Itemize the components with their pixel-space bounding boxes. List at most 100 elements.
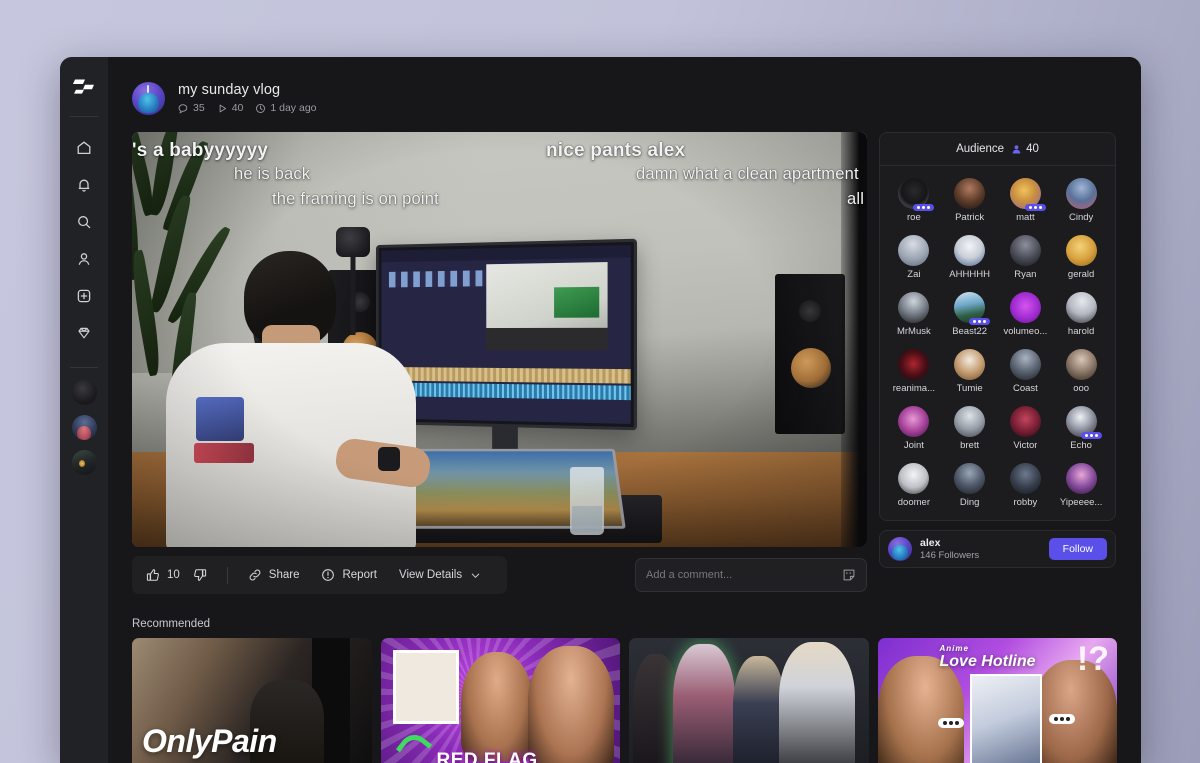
avatar[interactable] (1009, 178, 1046, 211)
audience-member[interactable]: brett (942, 402, 998, 453)
sidebar-item-create[interactable] (67, 279, 101, 313)
view-details-button[interactable]: View Details (388, 556, 493, 594)
avatar-image (954, 349, 986, 380)
audience-member-name: Beast22 (952, 326, 988, 337)
audience-member[interactable]: doomer (886, 459, 942, 510)
audience-member[interactable]: MrMusk (886, 288, 942, 339)
comments-count: 35 (178, 102, 205, 114)
dislike-button[interactable] (191, 556, 218, 594)
rec-card-fashion[interactable] (629, 638, 869, 763)
audience-member[interactable]: reanima... (886, 345, 942, 396)
rail-avatar-girl[interactable] (71, 415, 97, 440)
sidebar-item-notifications[interactable] (67, 168, 101, 202)
like-button[interactable]: 10 (146, 556, 191, 594)
post-meta: 35 40 1 day ago (178, 102, 317, 114)
avatar[interactable] (1009, 235, 1041, 266)
recommended-title: Recommended (132, 618, 210, 630)
rec2-face-right (528, 646, 614, 763)
avatar[interactable] (1065, 292, 1097, 323)
audience-member[interactable]: Ryan (998, 231, 1054, 282)
avatar[interactable] (1009, 349, 1041, 380)
rail-avatar-night[interactable] (71, 450, 97, 475)
audience-member[interactable]: Yipeeee... (1053, 459, 1109, 510)
audience-member-name: gerald (1067, 269, 1095, 280)
sidebar-item-home[interactable] (67, 131, 101, 165)
avatar-image (898, 349, 930, 380)
avatar-image (1009, 235, 1041, 266)
audience-member[interactable]: Tumie (942, 345, 998, 396)
comment-input[interactable] (646, 569, 842, 581)
avatar-image (898, 292, 930, 323)
video-player[interactable]: 's a babyyyyyy nice pants alex he is back d… (132, 132, 867, 547)
audience-member[interactable]: Joint (886, 402, 942, 453)
main-content: my sunday vlog 35 40 1 day ago 's a baby… (108, 57, 1141, 763)
sidebar-item-profile[interactable] (67, 242, 101, 276)
rec2-board (392, 650, 459, 724)
creator-followers: 146 Followers (920, 550, 980, 561)
avatar[interactable] (898, 406, 930, 437)
avatar[interactable] (954, 406, 986, 437)
avatar[interactable] (1009, 463, 1041, 494)
audience-member[interactable]: gerald (1053, 231, 1109, 282)
audience-grid: roe Patrick matt Cindy Zai AHHHHH Ryan gerald Mr… (880, 166, 1115, 520)
audience-member-name: Ding (959, 497, 980, 508)
avatar[interactable] (954, 292, 991, 325)
follow-button[interactable]: Follow (1048, 538, 1107, 560)
avatar[interactable] (898, 463, 930, 494)
stacked-bars-logo-icon[interactable] (73, 75, 95, 97)
audience-member[interactable]: AHHHHH (942, 231, 998, 282)
audience-member[interactable]: Beast22 (942, 288, 998, 339)
report-button[interactable]: Report (310, 556, 388, 594)
avatar[interactable] (898, 235, 930, 266)
avatar-image (1065, 349, 1097, 380)
avatar[interactable] (898, 292, 930, 323)
action-divider (226, 566, 228, 584)
audience-member[interactable]: Patrick (942, 174, 998, 225)
avatar[interactable] (954, 178, 986, 209)
avatar[interactable] (1065, 349, 1097, 380)
audience-member[interactable]: harold (1053, 288, 1109, 339)
audience-member-name: MrMusk (896, 326, 931, 337)
avatar[interactable] (1009, 406, 1041, 437)
rail-avatar-dark[interactable] (71, 380, 97, 405)
sidebar-item-search[interactable] (67, 205, 101, 239)
sticker-icon[interactable] (842, 568, 856, 582)
avatar[interactable] (1065, 178, 1097, 209)
rec-card-love-hotline[interactable]: Anime Love Hotline !? (877, 638, 1117, 763)
share-label: Share (268, 569, 300, 581)
avatar[interactable] (1065, 406, 1102, 439)
audience-member[interactable]: Ding (942, 459, 998, 510)
creator-avatar[interactable] (888, 537, 912, 561)
rec3-person-2 (673, 644, 735, 763)
avatar[interactable] (898, 178, 935, 211)
share-button[interactable]: Share (237, 556, 311, 594)
avatar[interactable] (1065, 463, 1097, 494)
audience-member[interactable]: Victor (998, 402, 1054, 453)
audience-member[interactable]: ooo (1053, 345, 1109, 396)
audience-member[interactable]: matt (998, 174, 1054, 225)
avatar[interactable] (1065, 235, 1097, 266)
audience-member[interactable]: Zai (886, 231, 942, 282)
post-time-value: 1 day ago (270, 102, 317, 114)
avatar[interactable] (1009, 292, 1041, 323)
rec-card-only-pain[interactable]: OnlyPain (132, 638, 372, 763)
audience-member[interactable]: Cindy (1053, 174, 1109, 225)
avatar[interactable] (954, 235, 986, 266)
rec4-face-left (877, 656, 964, 763)
rec-card-red-flag[interactable]: RED FLAG (380, 638, 620, 763)
comment-box[interactable] (635, 558, 867, 592)
audience-panel: Audience 40 roe Patrick matt Cindy Zai AHHHHH… (879, 132, 1116, 521)
avatar-image (1009, 463, 1041, 494)
audience-member[interactable]: robby (998, 459, 1054, 510)
comment-icon (178, 103, 188, 114)
audience-member[interactable]: roe (886, 174, 942, 225)
audience-member-name: Ryan (1014, 269, 1037, 280)
avatar[interactable] (954, 463, 986, 494)
audience-member[interactable]: Coast (998, 345, 1054, 396)
post-author-avatar[interactable] (132, 81, 165, 115)
sidebar-item-premium[interactable] (67, 316, 101, 350)
avatar[interactable] (898, 349, 930, 380)
audience-member[interactable]: Echo (1053, 402, 1109, 453)
avatar[interactable] (954, 349, 986, 380)
audience-member[interactable]: volumeo... (998, 288, 1054, 339)
